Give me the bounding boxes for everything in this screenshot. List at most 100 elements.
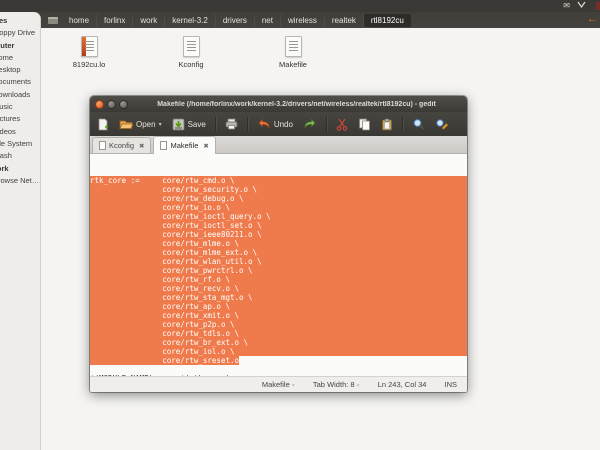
redo-button[interactable] — [300, 116, 320, 132]
object-file-icon — [81, 36, 98, 57]
sidebar-item-documents[interactable]: Documents — [0, 76, 40, 88]
selected-line: core/rtw_wlan_util.o \ — [90, 257, 467, 266]
sidebar-item-music[interactable]: Music — [0, 101, 40, 113]
top-panel: ✉ — [0, 0, 600, 12]
sidebar-item-home[interactable]: Home — [0, 52, 40, 64]
tab-makefile[interactable]: Makefile ✖ — [153, 136, 215, 154]
selected-line: core/rtw_ioctl_set.o \ — [90, 221, 467, 230]
sidebar-header-network: Network — [0, 163, 40, 175]
breadcrumb-kernel[interactable]: kernel-3.2 — [165, 14, 216, 27]
breadcrumb-drivers[interactable]: drivers — [216, 14, 255, 27]
sidebar-item-file-system[interactable]: File System — [0, 138, 40, 150]
sidebar-item-trash[interactable]: Trash — [0, 150, 40, 162]
sidebar-header-devices: Devices — [0, 15, 40, 27]
new-document-button[interactable] — [94, 116, 112, 133]
sidebar-item-floppy-drive[interactable]: Floppy Drive — [0, 27, 40, 39]
breadcrumb-net[interactable]: net — [255, 14, 281, 27]
close-window-icon[interactable] — [95, 100, 104, 109]
toolbar-separator — [215, 117, 216, 131]
text-file-icon — [183, 36, 200, 57]
gedit-titlebar[interactable]: Makefile (/home/forlinx/work/kernel-3.2/… — [90, 96, 467, 112]
save-button[interactable]: Save — [169, 116, 209, 133]
document-icon — [160, 141, 167, 150]
session-indicator-partial[interactable] — [596, 2, 600, 10]
tab-kconfig[interactable]: Kconfig ✖ — [92, 137, 151, 153]
undo-button-label: Undo — [274, 120, 293, 129]
insert-mode-indicator: INS — [444, 380, 457, 389]
gedit-toolbar: Open ▾ Save Undo — [90, 112, 467, 136]
close-tab-icon[interactable]: ✖ — [139, 142, 144, 150]
selected-line: core/rtw_mlme.o \ — [90, 239, 467, 248]
pathbar-scroll-left-icon[interactable]: ← — [587, 13, 598, 25]
places-sidebar: Devices Floppy Drive Computer Home Deskt… — [0, 12, 41, 450]
breadcrumb-wireless[interactable]: wireless — [281, 14, 325, 27]
sidebar-item-downloads[interactable]: Downloads — [0, 89, 40, 101]
breadcrumb-work[interactable]: work — [133, 14, 165, 27]
cursor-position: Ln 243, Col 34 — [378, 380, 427, 389]
open-dropdown-icon[interactable]: ▾ — [159, 121, 162, 128]
selected-line: core/rtw_security.o \ — [90, 185, 467, 194]
file-label: Makefile — [279, 60, 307, 69]
language-selector[interactable]: Makefile ▾ — [262, 380, 295, 389]
open-button[interactable]: Open ▾ — [116, 116, 165, 132]
toolbar-separator — [326, 117, 327, 131]
selected-line: core/rtw_br_ext.o \ — [90, 338, 467, 347]
selected-line: core/rtw_ioctl_query.o \ — [90, 212, 467, 221]
selected-line: core/rtw_rf.o \ — [90, 275, 467, 284]
save-button-label: Save — [188, 120, 206, 129]
text-file-icon — [285, 36, 302, 57]
gedit-tabbar: Kconfig ✖ Makefile ✖ — [90, 136, 467, 154]
selected-line: core/rtw_xmit.o \ — [90, 311, 467, 320]
sidebar-item-videos[interactable]: Videos — [0, 126, 40, 138]
selected-line: core/rtw_iol.o \ — [90, 347, 467, 356]
selected-line: rtk_core := core/rtw_cmd.o \ — [90, 176, 467, 185]
breadcrumb-rtl8192cu[interactable]: rtl8192cu — [364, 14, 411, 27]
search-button[interactable] — [409, 116, 428, 133]
breadcrumb-home[interactable]: home — [62, 14, 97, 27]
close-tab-icon[interactable]: ✖ — [203, 142, 208, 150]
selected-line: core/rtw_tdls.o \ — [90, 329, 467, 338]
mail-icon[interactable]: ✉ — [563, 0, 570, 12]
tab-label: Kconfig — [109, 141, 134, 150]
print-button[interactable] — [222, 116, 241, 132]
paste-button[interactable] — [378, 116, 396, 133]
selected-line: core/rtw_recv.o \ — [90, 284, 467, 293]
document-icon — [99, 141, 106, 150]
file-8192cu-lo[interactable]: 8192cu.lo — [60, 36, 118, 69]
tab-label: Makefile — [170, 141, 198, 150]
selected-line: core/rtw_io.o \ — [90, 203, 467, 212]
computer-icon — [48, 17, 58, 24]
copy-button[interactable] — [355, 116, 374, 133]
open-button-label: Open — [136, 120, 156, 129]
selected-line-end: core/rtw_sreset.o — [90, 356, 467, 365]
file-label: 8192cu.lo — [73, 60, 106, 69]
selected-line: core/rtw_debug.o \ — [90, 194, 467, 203]
sidebar-item-pictures[interactable]: Pictures — [0, 113, 40, 125]
search-replace-button[interactable] — [432, 116, 452, 133]
file-kconfig[interactable]: Kconfig — [162, 36, 220, 69]
selected-line: core/rtw_ap.o \ — [90, 302, 467, 311]
breadcrumb-realtek[interactable]: realtek — [325, 14, 364, 27]
cut-button[interactable] — [333, 116, 351, 133]
undo-button[interactable]: Undo — [254, 116, 296, 132]
selected-line: core/rtw_sta_mgt.o \ — [90, 293, 467, 302]
gedit-window: Makefile (/home/forlinx/work/kernel-3.2/… — [90, 96, 467, 392]
gedit-statusbar: Makefile ▾ Tab Width: 8 ▾ Ln 243, Col 34… — [90, 376, 467, 392]
text-editor-area[interactable]: rtk_core := core/rtw_cmd.o \ core/rtw_se… — [90, 154, 467, 376]
file-makefile[interactable]: Makefile — [264, 36, 322, 69]
maximize-window-icon[interactable] — [119, 100, 128, 109]
network-icon[interactable] — [577, 0, 586, 13]
selected-line: core/rtw_mlme_ext.o \ — [90, 248, 467, 257]
breadcrumb-forlinx[interactable]: forlinx — [97, 14, 133, 27]
sidebar-item-desktop[interactable]: Desktop — [0, 64, 40, 76]
selected-line: core/rtw_pwrctrl.o \ — [90, 266, 467, 275]
blank-line — [90, 365, 467, 374]
breadcrumb: home forlinx work kernel-3.2 drivers net… — [46, 12, 600, 28]
selected-line: core/rtw_p2p.o \ — [90, 320, 467, 329]
toolbar-separator — [247, 117, 248, 131]
tab-width-selector[interactable]: Tab Width: 8 ▾ — [313, 380, 360, 389]
minimize-window-icon[interactable] — [107, 100, 116, 109]
sidebar-item-browse-network[interactable]: Browse Net… — [0, 175, 40, 187]
window-title: Makefile (/home/forlinx/work/kernel-3.2/… — [131, 101, 462, 108]
toolbar-separator — [402, 117, 403, 131]
